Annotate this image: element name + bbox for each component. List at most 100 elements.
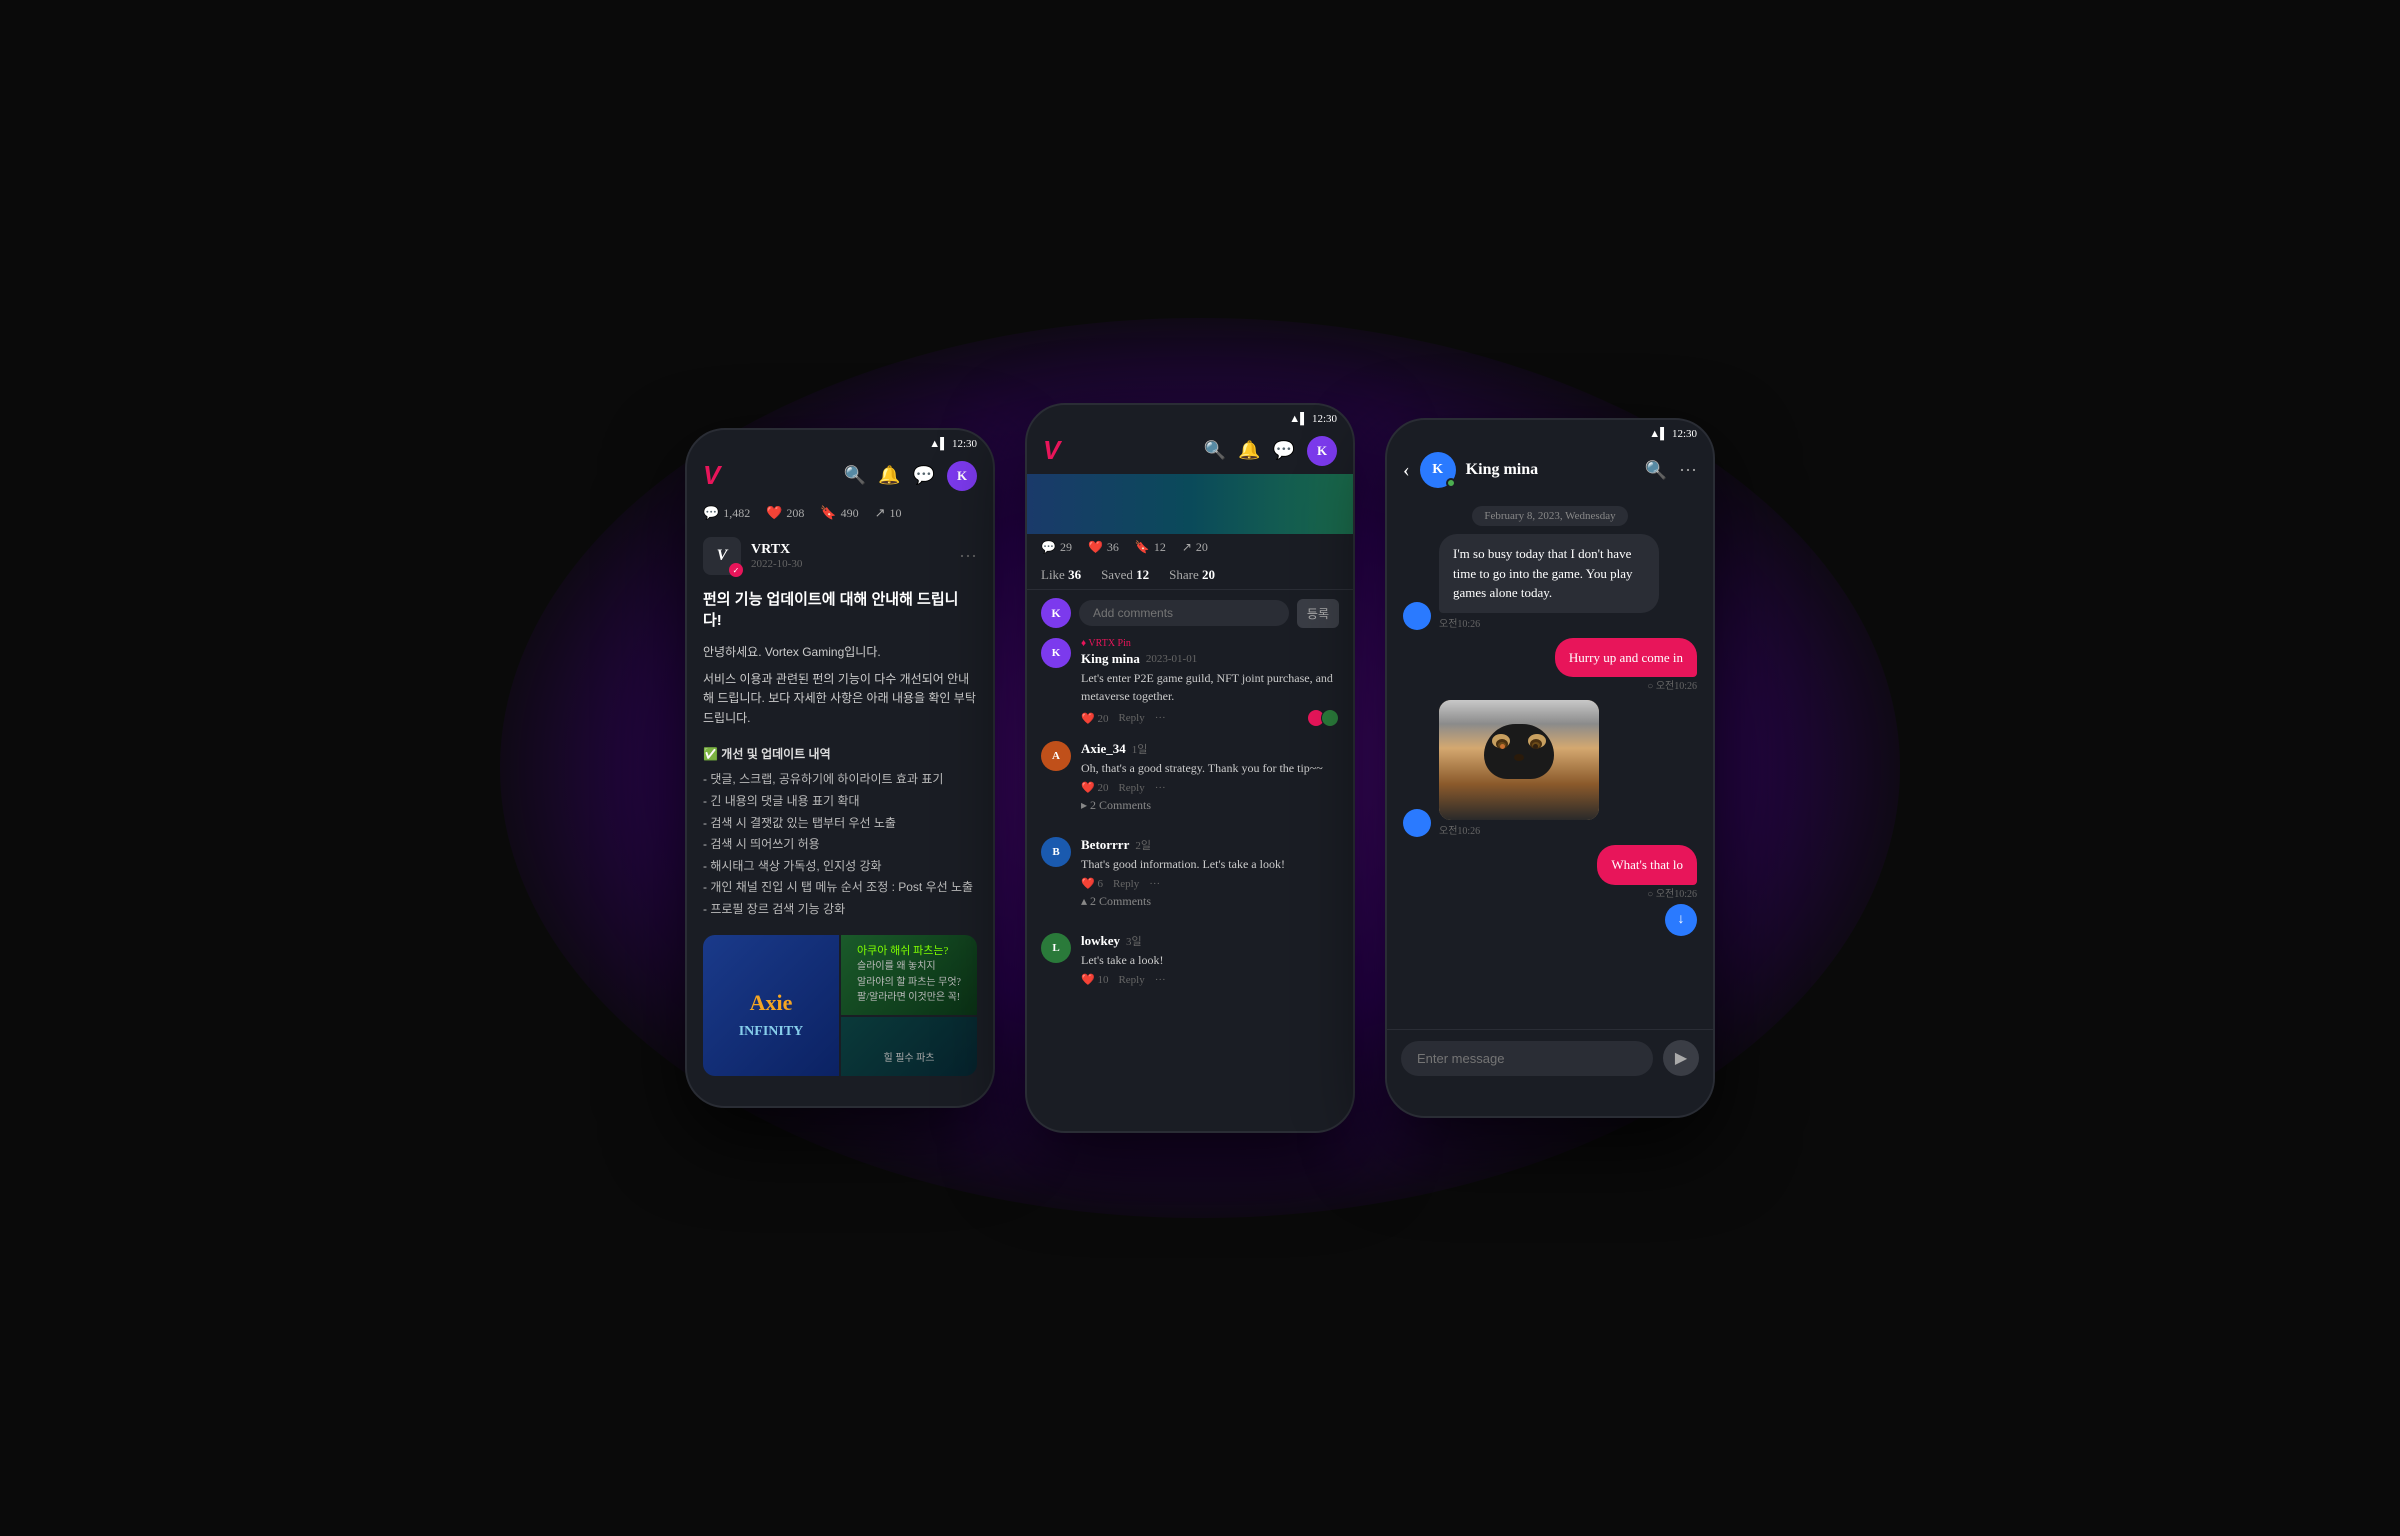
like-btn[interactable]: Like 36: [1041, 567, 1081, 583]
like-count: 208: [786, 506, 804, 521]
share-count-c: 20: [1196, 540, 1208, 555]
update-section: ✅ 개선 및 업데이트 내역 - 댓글, 스크랩, 공유하기에 하이라이트 효과…: [687, 740, 993, 925]
sender-avatar-3: [1403, 809, 1431, 837]
share-stat: ↗ 10: [875, 505, 902, 521]
reply-btn-4[interactable]: Reply: [1118, 974, 1144, 986]
send-button[interactable]: ▶: [1663, 1040, 1699, 1076]
bookmark-icon: 🔖: [820, 505, 836, 521]
more-action-3[interactable]: ···: [1149, 878, 1160, 890]
bubble-1: I'm so busy today that I don't have time…: [1439, 534, 1659, 613]
comment-item-4: L lowkey 3일 Let's take a look! ❤️ 10 Rep…: [1041, 933, 1339, 986]
comment-author-3: Betorrrr 2일: [1081, 837, 1339, 853]
comment-date-3: 2일: [1135, 837, 1151, 853]
bell-icon[interactable]: 🔔: [878, 465, 900, 486]
saved-btn[interactable]: Saved 12: [1101, 567, 1149, 583]
date-divider: February 8, 2023, Wednesday: [1472, 506, 1627, 526]
comment-actions-4: ❤️ 10 Reply ···: [1081, 973, 1339, 986]
comment-content-3: Betorrrr 2일 That's good information. Let…: [1081, 837, 1339, 919]
bookmark-stat-c: 🔖 12: [1135, 540, 1166, 555]
time-center: 12:30: [1312, 413, 1337, 425]
chat-icon[interactable]: 💬: [913, 465, 935, 486]
chat-avatar-container: K: [1420, 452, 1456, 488]
search-chat-icon[interactable]: 🔍: [1645, 460, 1667, 481]
signal-icon-center: ▲▌: [1289, 413, 1308, 425]
comment-actions-1: ❤️ 20 Reply ···: [1081, 709, 1339, 727]
dog-photo[interactable]: [1439, 700, 1599, 820]
comment-count-c: 29: [1060, 540, 1072, 555]
game-image-2[interactable]: 힐 필수 파츠: [841, 1017, 977, 1077]
more-action-2[interactable]: ···: [1155, 782, 1166, 794]
game-text-2: 힐 필수 파츠: [884, 1049, 935, 1064]
author-name: VRTX: [751, 542, 802, 558]
back-button[interactable]: ‹: [1403, 459, 1410, 482]
comment-date-4: 3일: [1126, 933, 1142, 949]
register-button[interactable]: 등록: [1297, 599, 1339, 628]
axie-image[interactable]: AxieINFINITY: [703, 935, 839, 1077]
scroll-down-button[interactable]: ↓: [1665, 904, 1697, 936]
vrtx-logo-icon: V: [717, 547, 728, 565]
more-action-4[interactable]: ···: [1155, 974, 1166, 986]
reply-btn-2[interactable]: Reply: [1118, 782, 1144, 794]
author-date: 2022-10-30: [751, 558, 802, 570]
like-stat-c: ❤️ 36: [1088, 540, 1119, 555]
comment-header-1: ♦ VRTX Pin: [1081, 638, 1339, 649]
bubble-4: What's that lo: [1597, 845, 1697, 885]
commenter-avatar-1: K: [1041, 638, 1071, 668]
phone-left: ▲▌ 12:30 V 🔍 🔔 💬 K 💬 1,482: [685, 428, 995, 1108]
chat-icon-center[interactable]: 💬: [1273, 440, 1295, 461]
comment-item-2: A Axie_34 1일 Oh, that's a good strategy.…: [1041, 741, 1339, 823]
comment-input-field[interactable]: [1079, 600, 1289, 626]
time-left: 12:30: [952, 438, 977, 450]
comment-date-2: 1일: [1132, 741, 1148, 757]
heart-action-4[interactable]: ❤️ 10: [1081, 973, 1108, 986]
comment-date-1: 2023-01-01: [1146, 653, 1197, 665]
msg-footer-4: ○ 오전10:26: [1647, 885, 1697, 900]
post-body: 안녕하세요. Vortex Gaming입니다. 서비스 이용과 관련된 펀의 …: [687, 639, 993, 740]
heart-action-2[interactable]: ❤️ 20: [1081, 781, 1108, 794]
expand-comments-2[interactable]: ▸ 2 Comments: [1081, 798, 1339, 813]
bookmark-count: 490: [841, 506, 859, 521]
expand-comments-3[interactable]: ▴ 2 Comments: [1081, 894, 1339, 909]
share-val: 20: [1202, 567, 1215, 582]
reply-avatar-sm-2: [1321, 709, 1339, 727]
commenter-avatar-3: B: [1041, 837, 1071, 867]
more-chat-icon[interactable]: ···: [1679, 460, 1697, 481]
status-bar-left: ▲▌ 12:30: [687, 430, 993, 454]
logo-center: V: [1043, 435, 1060, 466]
heart-action-3[interactable]: ❤️ 6: [1081, 877, 1103, 890]
user-avatar-left[interactable]: K: [947, 461, 977, 491]
more-button[interactable]: ···: [959, 546, 977, 567]
reply-btn-1[interactable]: Reply: [1118, 712, 1144, 724]
like-bar: Like 36 Saved 12 Share 20: [1027, 561, 1353, 590]
search-icon[interactable]: 🔍: [844, 465, 866, 486]
message-input[interactable]: [1401, 1041, 1653, 1076]
message-4-container: What's that lo ○ 오전10:26 ↓: [1403, 845, 1697, 936]
post-author: V ✓ VRTX 2022-10-30 ···: [687, 527, 993, 581]
update-item-1: - 댓글, 스크랩, 공유하기에 하이라이트 효과 표기: [703, 769, 977, 791]
comment-input-row: K 등록: [1027, 598, 1353, 628]
update-item-6: - 개인 채널 진입 시 탭 메뉴 순서 조정 : Post 우선 노출: [703, 877, 977, 899]
share-btn[interactable]: Share 20: [1169, 567, 1215, 583]
message-3: 오전10:26: [1403, 700, 1599, 837]
game-image-1[interactable]: 아쿠아 해쉬 파츠는?슬라이를 왜 놓치지알라야의 할 파츠는 무엇?팔/알라라…: [841, 935, 977, 1015]
search-icon-center[interactable]: 🔍: [1204, 440, 1226, 461]
signal-icon: ▲▌: [929, 438, 948, 450]
comment-text-4: Let's take a look!: [1081, 951, 1339, 969]
msg-content-1: I'm so busy today that I don't have time…: [1439, 534, 1659, 630]
heart-icon: ❤️: [766, 505, 782, 521]
saved-val: 12: [1136, 567, 1149, 582]
bookmark-icon-c: 🔖: [1135, 540, 1150, 555]
chat-header: ‹ K King mina 🔍 ···: [1387, 444, 1713, 496]
more-action-1[interactable]: ···: [1155, 712, 1166, 724]
reply-btn-3[interactable]: Reply: [1113, 878, 1139, 890]
heart-action-1[interactable]: ❤️ 20: [1081, 712, 1108, 725]
msg-footer-2: ○ 오전10:26: [1647, 677, 1697, 692]
user-avatar-center[interactable]: K: [1307, 436, 1337, 466]
top-nav-left: V 🔍 🔔 💬 K: [687, 454, 993, 499]
bell-icon-center[interactable]: 🔔: [1238, 440, 1260, 461]
comments-list: K ♦ VRTX Pin King mina 2023-01-01 Let's …: [1027, 638, 1353, 1000]
bubble-2: Hurry up and come in: [1555, 638, 1697, 678]
stats-bar-left: 💬 1,482 ❤️ 208 🔖 490 ↗ 10: [687, 499, 993, 527]
post-text: 서비스 이용과 관련된 펀의 기능이 다수 개선되어 안내해 드립니다. 보다 …: [703, 670, 977, 728]
read-check-2: ○ 오전10:26: [1647, 677, 1697, 692]
